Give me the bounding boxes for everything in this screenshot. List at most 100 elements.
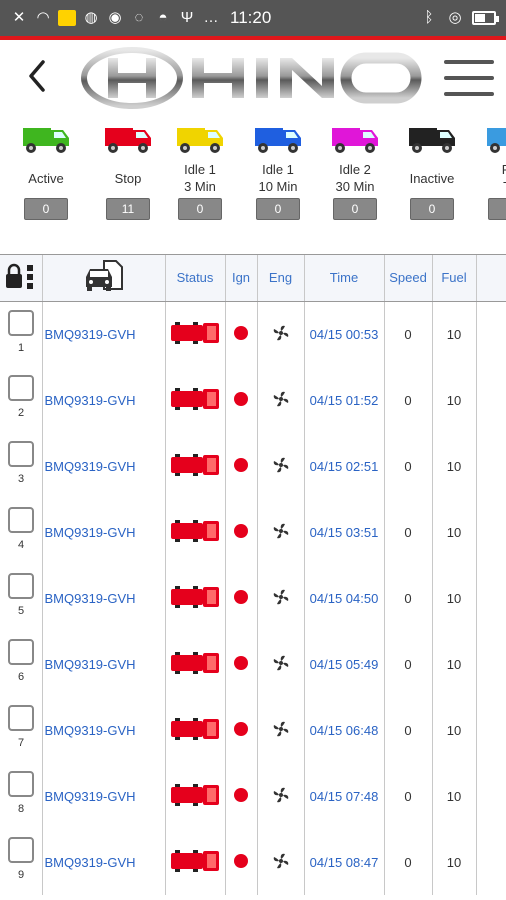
engine-fan-icon xyxy=(273,391,288,406)
truck-icon xyxy=(105,128,151,153)
stopped-truck-icon xyxy=(171,453,219,476)
row-select-cell: 7 xyxy=(0,697,43,763)
vehicle-doc-icon[interactable] xyxy=(42,255,166,302)
filter-5[interactable]: Inactive 0 xyxy=(400,114,464,220)
time-link[interactable]: 04/15 03:51 xyxy=(304,499,385,565)
table-row[interactable]: 2 BMQ9319-GVH 04/15 01:52 0 10 xyxy=(0,367,506,433)
ignition-cell xyxy=(225,301,258,367)
plate-link[interactable]: BMQ9319-GVH xyxy=(42,301,166,367)
engine-fan-icon xyxy=(273,457,288,472)
row-checkbox[interactable] xyxy=(8,771,34,797)
plate-link[interactable]: BMQ9319-GVH xyxy=(42,763,166,829)
fuel-value: 10 xyxy=(432,433,477,499)
overflow-cell xyxy=(476,499,506,565)
col-fuel[interactable]: Fuel xyxy=(432,255,477,302)
row-number: 5 xyxy=(18,605,25,617)
table-row[interactable]: 1 BMQ9319-GVH 04/15 00:53 0 10 xyxy=(0,301,506,367)
table-row[interactable]: 4 BMQ9319-GVH 04/15 03:51 0 10 xyxy=(0,499,506,565)
engine-cell xyxy=(257,565,305,631)
filter-4[interactable]: Idle 2 30 Min 0 xyxy=(323,114,387,220)
plate-link[interactable]: BMQ9319-GVH xyxy=(42,697,166,763)
row-number: 3 xyxy=(18,473,25,485)
globe-icon: ◍ xyxy=(84,9,98,26)
engine-fan-icon xyxy=(273,523,288,538)
menu-button[interactable] xyxy=(444,60,494,96)
engine-fan-icon xyxy=(273,655,288,670)
table-row[interactable]: 5 BMQ9319-GVH 04/15 04:50 0 10 xyxy=(0,565,506,631)
time-link[interactable]: 04/15 07:48 xyxy=(304,763,385,829)
col-ign[interactable]: Ign xyxy=(225,255,258,302)
plate-link[interactable]: BMQ9319-GVH xyxy=(42,565,166,631)
table-row[interactable]: 8 BMQ9319-GVH 04/15 07:48 0 10 xyxy=(0,763,506,829)
filter-label: Inactive xyxy=(409,170,455,186)
status-cell xyxy=(165,829,226,895)
filter-1[interactable]: Stop 11 xyxy=(96,114,160,220)
overflow-cell xyxy=(476,433,506,499)
row-checkbox[interactable] xyxy=(8,441,34,467)
ignition-dot-icon xyxy=(234,853,248,868)
fuel-value: 10 xyxy=(432,499,477,565)
filter-label: Stop xyxy=(114,170,142,186)
filter-3[interactable]: Idle 1 10 Min 0 xyxy=(246,114,310,220)
stopped-truck-icon xyxy=(171,387,219,410)
back-button[interactable] xyxy=(22,56,52,96)
overflow-cell xyxy=(476,631,506,697)
time-link[interactable]: 04/15 01:52 xyxy=(304,367,385,433)
row-checkbox[interactable] xyxy=(8,573,34,599)
plate-link[interactable]: BMQ9319-GVH xyxy=(42,631,166,697)
time-link[interactable]: 04/15 08:47 xyxy=(304,829,385,895)
dot-icon: ◉ xyxy=(108,9,122,26)
overflow-cell xyxy=(476,565,506,631)
row-checkbox[interactable] xyxy=(8,507,34,533)
row-checkbox[interactable] xyxy=(8,309,34,336)
plate-link[interactable]: BMQ9319-GVH xyxy=(42,829,166,895)
status-cell xyxy=(165,565,226,631)
row-checkbox[interactable] xyxy=(8,837,34,863)
filter-6[interactable]: ReTo xyxy=(478,114,506,220)
col-time[interactable]: Time xyxy=(304,255,385,302)
plate-link[interactable]: BMQ9319-GVH xyxy=(42,499,166,565)
row-select-cell: 8 xyxy=(0,763,43,829)
more-icon: … xyxy=(203,9,219,26)
filter-label: Idle 13 Min xyxy=(184,162,216,194)
filter-label: Idle 2 30 Min xyxy=(335,162,375,194)
hino-logo xyxy=(81,47,422,109)
time-link[interactable]: 04/15 04:50 xyxy=(304,565,385,631)
lock-grid-icon[interactable] xyxy=(0,255,43,302)
overflow-cell xyxy=(476,763,506,829)
speed-value: 0 xyxy=(384,829,433,895)
stopped-truck-icon xyxy=(171,585,219,608)
row-checkbox[interactable] xyxy=(8,639,34,665)
ignition-cell xyxy=(225,499,258,565)
row-checkbox[interactable] xyxy=(8,705,34,731)
col-speed[interactable]: Speed xyxy=(384,255,433,302)
row-select-cell: 3 xyxy=(0,433,43,499)
table-row[interactable]: 7 BMQ9319-GVH 04/15 06:48 0 10 xyxy=(0,697,506,763)
status-cell xyxy=(165,697,226,763)
row-number: 4 xyxy=(18,539,25,551)
ignition-cell xyxy=(225,433,258,499)
row-checkbox[interactable] xyxy=(8,375,34,401)
plate-link[interactable]: BMQ9319-GVH xyxy=(42,433,166,499)
plate-link[interactable]: BMQ9319-GVH xyxy=(42,367,166,433)
stopped-truck-icon xyxy=(171,783,219,806)
table-row[interactable]: 9 BMQ9319-GVH 04/15 08:47 0 10 xyxy=(0,829,506,895)
ignition-cell xyxy=(225,697,258,763)
table-row[interactable]: 3 BMQ9319-GVH 04/15 02:51 0 10 xyxy=(0,433,506,499)
time-link[interactable]: 04/15 00:53 xyxy=(304,301,385,367)
col-status[interactable]: Status xyxy=(165,255,226,302)
engine-cell xyxy=(257,301,305,367)
filter-2[interactable]: Idle 13 Min 0 xyxy=(168,114,232,220)
time-link[interactable]: 04/15 06:48 xyxy=(304,697,385,763)
speed-value: 0 xyxy=(384,565,433,631)
time-link[interactable]: 04/15 02:51 xyxy=(304,433,385,499)
truck-icon xyxy=(332,128,378,153)
col-eng[interactable]: Eng xyxy=(257,255,305,302)
table-row[interactable]: 6 BMQ9319-GVH 04/15 05:49 0 10 xyxy=(0,631,506,697)
status-filter-bar: Active 0 Stop 11 Idle 13 Min 0 Idle 1 10 Min 0 Id… xyxy=(0,114,506,240)
filter-count-badge: 0 xyxy=(333,198,377,220)
vehicle-table: Status Ign Eng Time Speed Fuel 1 BMQ9319-… xyxy=(0,254,506,900)
filter-0[interactable]: Active 0 xyxy=(14,114,78,220)
time-link[interactable]: 04/15 05:49 xyxy=(304,631,385,697)
fuel-value: 10 xyxy=(432,763,477,829)
